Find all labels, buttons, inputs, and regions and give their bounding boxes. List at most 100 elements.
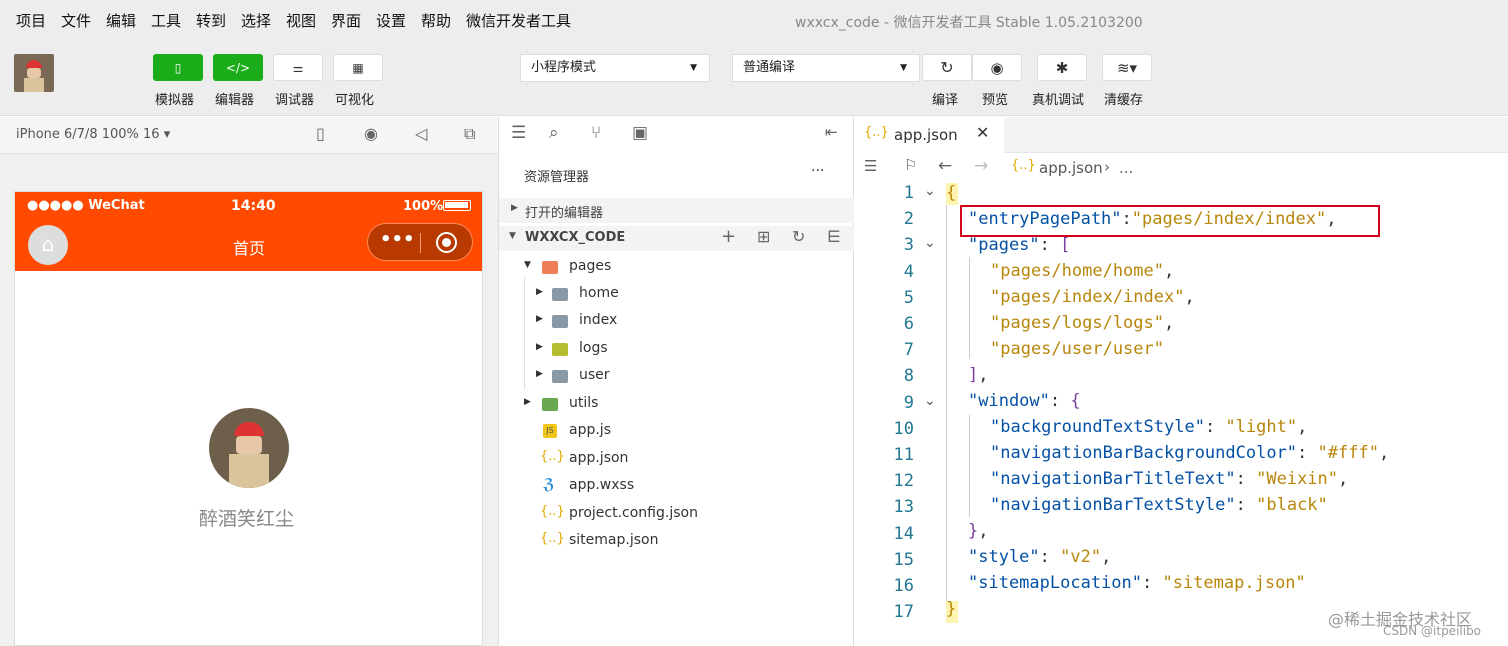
tree-item-app-wxss[interactable]: ℨ app.wxss: [499, 473, 854, 500]
mode-value: 小程序模式: [531, 60, 597, 75]
code-line-12[interactable]: "navigationBarTitleText": "Weixin",: [990, 469, 1348, 489]
tab-bar: {..} app.json ✕: [854, 117, 1508, 153]
menu-select[interactable]: 选择: [241, 10, 271, 31]
debugger-button[interactable]: ⚌: [273, 54, 323, 81]
volume-icon[interactable]: ◁: [415, 124, 427, 143]
collapse-panel-icon[interactable]: ⇤: [825, 123, 838, 141]
line-number: 5: [903, 287, 914, 308]
tree-label: pages: [569, 258, 612, 274]
debug-icon[interactable]: ▣: [632, 123, 648, 143]
tree-label: app.js: [569, 422, 611, 438]
code-line-5[interactable]: "pages/index/index",: [990, 287, 1195, 307]
capsule-menu[interactable]: •••: [367, 223, 473, 261]
editor-toolbar: ☰ ⚐ ← → {..} app.json › ...: [854, 153, 1508, 183]
tree-item-logs[interactable]: ▶ logs: [499, 336, 854, 363]
editor-button[interactable]: </>: [213, 54, 263, 81]
menu-wechat-devtools[interactable]: 微信开发者工具: [466, 10, 571, 31]
more-icon[interactable]: ···: [811, 163, 824, 179]
menu-interface[interactable]: 界面: [331, 10, 361, 31]
popout-icon[interactable]: ⧉: [464, 124, 475, 144]
line-number: 1: [903, 183, 914, 203]
device-select[interactable]: iPhone 6/7/8 100% 16 ▾: [16, 127, 170, 142]
code-line-8[interactable]: ],: [968, 365, 989, 385]
phone-icon[interactable]: ▯: [316, 124, 325, 143]
close-mini-icon[interactable]: [436, 232, 457, 253]
watermark-csdn: CSDN @itpeilibo: [1383, 624, 1482, 638]
code-line-11[interactable]: "navigationBarBackgroundColor": "#fff",: [990, 443, 1389, 463]
search-icon[interactable]: ⌕: [549, 123, 559, 143]
new-folder-icon[interactable]: ⊞: [757, 227, 770, 246]
nickname: 醉酒笑红尘: [199, 508, 295, 530]
toolbar: ▯ </> ⚌ ▦ 模拟器 编辑器 调试器 可视化 小程序模式 ▼ 普通编译 ▼ ↻…: [0, 42, 1508, 116]
home-icon: ⌂: [41, 232, 55, 256]
tree-item-app-js[interactable]: JS app.js: [499, 418, 854, 445]
fold-caret-icon[interactable]: ⌄: [924, 235, 936, 251]
tree-item-utils[interactable]: ▶ utils: [499, 391, 854, 418]
home-button[interactable]: ⌂: [28, 225, 68, 265]
menu-help[interactable]: 帮助: [421, 10, 451, 31]
project-section[interactable]: ▼ WXXCX_CODE + ⊞ ↻ ⋿: [499, 226, 854, 251]
menu-project[interactable]: 项目: [16, 10, 46, 31]
code-line-3[interactable]: "pages": [: [968, 235, 1070, 255]
code-line-17[interactable]: }: [946, 599, 956, 619]
code-line-16[interactable]: "sitemapLocation": "sitemap.json": [968, 573, 1306, 593]
real-debug-button[interactable]: ✱: [1037, 54, 1087, 81]
record-icon[interactable]: ◉: [364, 124, 378, 143]
breadcrumb[interactable]: app.json: [1039, 159, 1103, 177]
menu-file[interactable]: 文件: [61, 10, 91, 31]
clear-cache-label: 清缓存: [1104, 93, 1144, 108]
tree-item-sitemap[interactable]: {..} sitemap.json: [499, 528, 854, 555]
outline-icon[interactable]: ☰: [864, 157, 877, 175]
close-icon[interactable]: ✕: [976, 123, 989, 142]
menu-settings[interactable]: 设置: [376, 10, 406, 31]
fold-caret-icon[interactable]: ⌄: [924, 183, 936, 199]
menu-goto[interactable]: 转到: [196, 10, 226, 31]
tree-item-project-config[interactable]: {..} project.config.json: [499, 501, 854, 528]
tree-item-pages[interactable]: ▼ pages: [499, 254, 854, 281]
bookmark-icon[interactable]: ⚐: [904, 156, 917, 174]
visual-button[interactable]: ▦: [333, 54, 383, 81]
avatar[interactable]: [14, 54, 54, 92]
more-dots-icon[interactable]: •••: [380, 229, 415, 250]
code-line-14[interactable]: },: [968, 521, 989, 541]
menu-view[interactable]: 视图: [286, 10, 316, 31]
refresh-icon[interactable]: ↻: [792, 227, 805, 246]
code-line-6[interactable]: "pages/logs/logs",: [990, 313, 1174, 333]
tree-item-app-json[interactable]: {..} app.json: [499, 446, 854, 473]
code-line-13[interactable]: "navigationBarTextStyle": "black": [990, 495, 1328, 515]
list-icon[interactable]: ☰: [511, 123, 526, 143]
code-line-4[interactable]: "pages/home/home",: [990, 261, 1174, 281]
compile-button[interactable]: ↻: [922, 54, 972, 81]
tree-item-home[interactable]: ▶ home: [499, 281, 854, 308]
tree-item-user[interactable]: ▶ user: [499, 363, 854, 390]
code-line-9[interactable]: "window": {: [968, 391, 1081, 411]
simulator-button[interactable]: ▯: [153, 54, 203, 81]
preview-button[interactable]: ◉: [972, 54, 1022, 81]
code-line-10[interactable]: "backgroundTextStyle": "light",: [990, 417, 1307, 437]
forward-arrow-icon[interactable]: →: [974, 156, 988, 176]
fold-caret-icon[interactable]: ⌄: [924, 393, 936, 409]
line-number: 13: [893, 497, 914, 518]
code-line-15[interactable]: "style": "v2",: [968, 547, 1111, 567]
code-line-7[interactable]: "pages/user/user": [990, 339, 1164, 359]
project-label: WXXCX_CODE: [525, 230, 626, 245]
open-editors-section[interactable]: ▶ 打开的编辑器: [499, 198, 854, 223]
debugger-label: 调试器: [275, 93, 315, 108]
tree-item-index[interactable]: ▶ index: [499, 308, 854, 335]
menu-edit[interactable]: 编辑: [106, 10, 136, 31]
line-number: 3: [903, 235, 914, 256]
tree-label: home: [579, 285, 619, 301]
collapse-all-icon[interactable]: ⋿: [827, 227, 841, 246]
status-time: 14:40: [231, 198, 276, 214]
compile-mode-select[interactable]: 普通编译 ▼: [732, 54, 920, 82]
tree-label: user: [579, 367, 610, 383]
code-line-1[interactable]: {: [946, 183, 956, 203]
branch-icon[interactable]: ⑂: [591, 123, 601, 143]
tab-app-json[interactable]: {..} app.json ✕: [854, 117, 1004, 153]
clear-cache-button[interactable]: ≋▾: [1102, 54, 1152, 81]
new-file-icon[interactable]: +: [721, 226, 736, 247]
tree-label: logs: [579, 340, 608, 356]
mode-select[interactable]: 小程序模式 ▼: [520, 54, 710, 82]
menu-tools[interactable]: 工具: [151, 10, 181, 31]
back-arrow-icon[interactable]: ←: [938, 156, 952, 176]
